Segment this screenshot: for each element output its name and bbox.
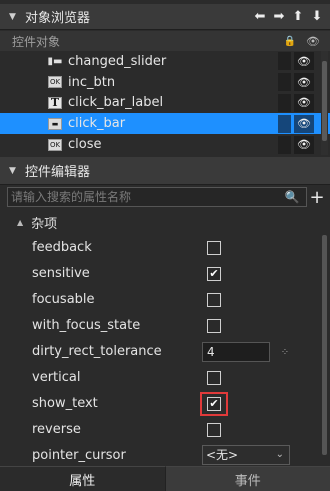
object-tree-scrollbar[interactable] [321,51,328,155]
property-name: with_focus_state [32,318,141,333]
with-focus-state-checkbox[interactable] [207,319,221,333]
property-search-row: 🔍 + [0,186,330,208]
property-name: pointer_cursor [32,448,126,463]
tree-item-label: inc_btn [68,74,116,90]
object-browser-title: 对象浏览器 [25,11,91,26]
object-browser-tools: ⬅ ➡ ⬆ ⬇ [253,9,324,25]
property-name: focusable [32,292,95,307]
arrow-left-icon[interactable]: ⬅ [253,9,267,25]
visibility-toggle-eye-icon[interactable]: 👁 [294,93,314,112]
lock-toggle[interactable] [278,73,291,92]
dirty-rect-tolerance-input[interactable]: 4 [202,342,270,362]
property-name: sensitive [32,266,90,281]
object-tree: ▮▬ changed_slider 👁 OK inc_btn 👁 T click… [0,51,330,155]
object-list-label: 控件对象 [12,34,61,49]
lock-icon: 🔒 [283,35,297,47]
arrow-down-icon[interactable]: ⬇ [310,9,324,25]
tree-item-inc-btn[interactable]: OK inc_btn 👁 [0,72,330,93]
tree-item-label: click_bar_label [68,95,164,111]
tree-item-changed-slider[interactable]: ▮▬ changed_slider 👁 [0,51,330,72]
search-icon[interactable]: 🔍 [283,188,301,206]
vertical-checkbox[interactable] [207,371,221,385]
options-dots-icon[interactable]: ⁘ [276,344,294,360]
tree-item-label: close [68,137,102,153]
pointer-cursor-select[interactable]: <无> ⌄ [202,445,290,465]
property-row-with-focus-state: with_focus_state [0,313,330,339]
visibility-toggle-eye-icon[interactable]: 👁 [294,73,314,92]
chevron-down-icon: ⌄ [275,449,284,460]
property-row-vertical: vertical [0,365,330,391]
arrow-up-icon[interactable]: ⬆ [291,9,305,25]
tree-item-click-bar[interactable]: ▬ click_bar 👁 [0,113,330,135]
object-browser-header: ▼ 对象浏览器 ⬅ ➡ ⬆ ⬇ [0,4,330,30]
scrollbar-thumb[interactable] [322,235,327,455]
arrow-right-icon[interactable]: ➡ [272,9,286,25]
expand-caret-icon[interactable]: ▲ [17,218,23,227]
tree-item-click-bar-label[interactable]: T click_bar_label 👁 [0,93,330,114]
property-name: dirty_rect_tolerance [32,344,162,359]
collapse-arrow-icon[interactable]: ▼ [9,166,19,176]
sensitive-checkbox[interactable]: ✔ [207,267,221,281]
property-name: vertical [32,370,81,385]
visibility-toggle-eye-icon[interactable]: 👁 [294,135,314,154]
tree-item-close[interactable]: OK close 👁 [0,134,330,155]
tree-item-label: changed_slider [68,53,167,69]
widget-editor-title: 控件编辑器 [25,165,91,180]
lock-toggle[interactable] [278,52,291,71]
collapse-arrow-icon[interactable]: ▼ [9,12,19,22]
scrollbar-thumb[interactable] [322,61,327,141]
button-icon: OK [48,138,62,151]
property-row-focusable: focusable [0,287,330,313]
visibility-toggle-eye-icon[interactable]: 👁 [294,52,314,71]
property-group-header[interactable]: ▲ 杂项 [0,210,330,234]
property-row-reverse: reverse [0,417,330,443]
label-icon: T [48,96,62,109]
property-row-show-text: show_text ✔ [0,391,330,417]
property-list-scrollbar[interactable] [321,235,328,465]
object-list-subheader: 控件对象 🔒 👁 [0,31,330,51]
tab-properties[interactable]: 属性 [0,466,165,491]
editor-tabs: 属性 事件 [0,466,330,491]
focusable-checkbox[interactable] [207,293,221,307]
lock-toggle[interactable] [278,114,291,133]
property-row-dirty-rect-tolerance: dirty_rect_tolerance 4 ⁘ [0,339,330,365]
property-name: reverse [32,422,81,437]
property-list: feedback sensitive ✔ focusable with_focu… [0,235,330,469]
lock-toggle[interactable] [278,93,291,112]
tab-events[interactable]: 事件 [164,466,330,491]
property-row-sensitive: sensitive ✔ [0,261,330,287]
property-group-name: 杂项 [31,216,58,232]
widget-editor-header: ▼ 控件编辑器 [0,157,330,185]
eye-icon: 👁 [306,34,320,48]
lock-toggle[interactable] [278,135,291,154]
property-row-feedback: feedback [0,235,330,261]
property-search-input[interactable] [7,187,307,207]
checkmark-icon: ✔ [209,267,219,280]
add-icon[interactable]: + [307,187,327,208]
visibility-toggle-eye-icon[interactable]: 👁 [294,114,314,133]
highlight-box [200,392,228,416]
feedback-checkbox[interactable] [207,241,221,255]
tree-item-label: click_bar [68,116,126,132]
select-value: <无> [206,448,239,462]
reverse-checkbox[interactable] [207,423,221,437]
progress-bar-icon: ▬ [48,117,62,130]
property-name: feedback [32,240,92,255]
property-name: show_text [32,396,98,411]
slider-icon: ▮▬ [47,55,63,67]
button-icon: OK [48,76,62,89]
